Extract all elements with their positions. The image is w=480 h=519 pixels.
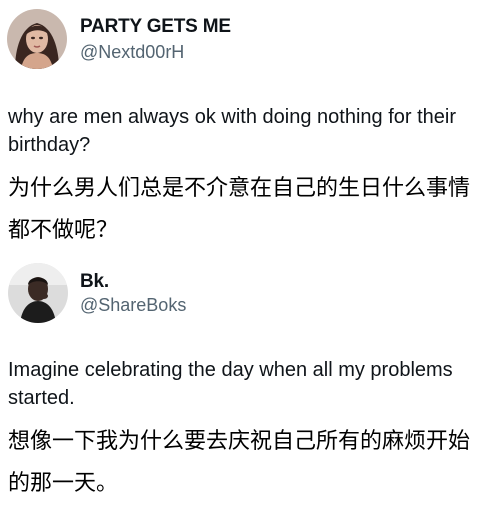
tweet-text-english: why are men always ok with doing nothing… bbox=[8, 106, 457, 156]
tweet-text-chinese: 为什么男人们总是不介意在自己的生日什么事情都不做呢？ bbox=[8, 176, 471, 243]
display-name[interactable]: Bk. bbox=[80, 271, 109, 293]
man-portrait-avatar-icon bbox=[8, 263, 68, 323]
tweet-text-english: Imagine celebrating the day when all my … bbox=[8, 359, 453, 409]
tweet-text-chinese: 想像一下我为什么要去庆祝自己所有的麻烦开始的那一天。 bbox=[8, 429, 471, 496]
user-handle[interactable]: @ShareBoks bbox=[80, 295, 186, 316]
quoted-post-2: Bk. @ShareBoks Imagine celebrating the d… bbox=[0, 255, 480, 519]
display-name[interactable]: PARTY GETS ME bbox=[80, 16, 231, 38]
user-handle[interactable]: @Nextd00rH bbox=[80, 42, 184, 63]
user-avatar[interactable] bbox=[8, 263, 68, 323]
user-avatar[interactable] bbox=[7, 9, 67, 69]
quoted-post-1: PARTY GETS ME @Nextd00rH why are men alw… bbox=[0, 0, 480, 255]
woman-portrait-avatar-icon bbox=[7, 9, 67, 69]
